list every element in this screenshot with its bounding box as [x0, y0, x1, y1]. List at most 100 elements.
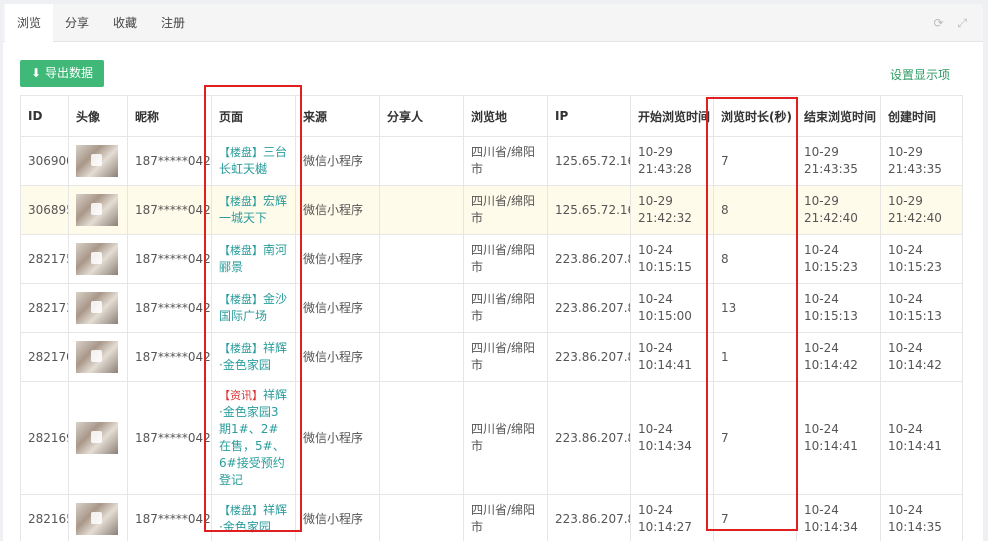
cell-nickname: 187*****042 — [127, 283, 212, 333]
cell-avatar — [68, 283, 128, 333]
cell-duration: 8 — [713, 234, 797, 284]
cell-source: 微信小程序 — [295, 234, 380, 284]
cell-created-time: 10-24 10:14:42 — [880, 332, 963, 382]
cell-id: 282175 — [20, 234, 69, 284]
cell-ip: 223.86.207.85 — [547, 283, 631, 333]
cell-sharer — [379, 234, 464, 284]
fullscreen-icon[interactable]: ⤢ — [957, 16, 967, 30]
cell-end-time: 10-24 10:15:13 — [796, 283, 881, 333]
cell-nickname: 187*****042 — [127, 494, 212, 541]
col-header-end-time[interactable]: 结束浏览时间 — [796, 95, 881, 137]
cell-created-time: 10-29 21:42:40 — [880, 185, 963, 235]
cell-id: 282173 — [20, 283, 69, 333]
table-row[interactable]: 306895187*****042【楼盘】宏辉一城天下微信小程序四川省/绵阳市1… — [20, 185, 963, 235]
cell-avatar — [68, 494, 128, 541]
cell-created-time: 10-29 21:43:35 — [880, 136, 963, 186]
cell-avatar — [68, 136, 128, 186]
col-header-id[interactable]: ID — [20, 95, 69, 137]
cell-duration: 7 — [713, 136, 797, 186]
table-row[interactable]: 282175 187*****042【楼盘】南河郦景微信小程序 四川省/绵阳市223… — [20, 234, 963, 284]
page-type-tag: 【资讯】 — [219, 389, 263, 402]
col-header-created-time[interactable]: 创建时间 — [880, 95, 963, 137]
cell-location: 四川省/绵阳市 — [463, 494, 548, 541]
cell-location: 四川省/绵阳市 — [463, 381, 548, 495]
cell-source: 微信小程序 — [295, 185, 380, 235]
cell-start-time: 10-24 10:14:41 — [630, 332, 714, 382]
cell-created-time: 10-24 10:15:13 — [880, 283, 963, 333]
avatar[interactable] — [76, 292, 118, 324]
col-header-location[interactable]: 浏览地 — [463, 95, 548, 137]
tab-register[interactable]: 注册 — [149, 4, 197, 42]
col-header-ip[interactable]: IP — [547, 95, 631, 137]
export-data-button[interactable]: ⬇ 导出数据 — [20, 60, 104, 87]
cell-nickname: 187*****042 — [127, 234, 212, 284]
page-type-tag: 【楼盘】 — [219, 244, 263, 257]
col-header-nickname[interactable]: 昵称 — [127, 95, 212, 137]
display-settings-link[interactable]: 设置显示项 — [890, 66, 950, 83]
avatar[interactable] — [76, 145, 118, 177]
cell-avatar — [68, 234, 128, 284]
tab-bar: 浏览 分享 收藏 注册 ⟳ ⤢ — [3, 4, 983, 43]
cell-ip: 223.86.207.85 — [547, 234, 631, 284]
cell-page: 【楼盘】祥辉·金色家园 — [211, 332, 296, 382]
cell-sharer — [379, 185, 464, 235]
cell-source: 微信小程序 — [295, 283, 380, 333]
browse-records-table: ID 头像 昵称 页面 来源 分享人 浏览地 IP 开始浏览时间 浏览时长(秒)… — [20, 95, 963, 541]
cell-nickname: 187*****042 — [127, 381, 212, 495]
avatar[interactable] — [76, 422, 118, 454]
page-link[interactable]: 祥辉·金色家园3期1#、2#在售，5#、6#接受预约登记 — [219, 388, 287, 487]
avatar[interactable] — [76, 503, 118, 535]
cell-page: 【楼盘】金沙国际广场 — [211, 283, 296, 333]
cell-sharer — [379, 494, 464, 541]
page-type-tag: 【楼盘】 — [219, 293, 263, 306]
avatar[interactable] — [76, 194, 118, 226]
tab-browse[interactable]: 浏览 — [5, 4, 54, 43]
cell-nickname: 187*****042 — [127, 185, 212, 235]
col-header-page[interactable]: 页面 — [211, 95, 296, 137]
cell-duration: 13 — [713, 283, 797, 333]
cell-page: 【楼盘】祥辉·金色家园 — [211, 494, 296, 541]
col-header-source[interactable]: 来源 — [295, 95, 380, 137]
cell-source: 微信小程序 — [295, 332, 380, 382]
cell-created-time: 10-24 10:15:23 — [880, 234, 963, 284]
cell-ip: 223.86.207.85 — [547, 332, 631, 382]
cell-id: 282165 — [20, 494, 69, 541]
cell-start-time: 10-24 10:14:34 — [630, 381, 714, 495]
page-type-tag: 【楼盘】 — [219, 342, 263, 355]
cell-id: 282169 — [20, 381, 69, 495]
cell-location: 四川省/绵阳市 — [463, 136, 548, 186]
cell-avatar — [68, 332, 128, 382]
table-header-row: ID 头像 昵称 页面 来源 分享人 浏览地 IP 开始浏览时间 浏览时长(秒)… — [20, 95, 963, 137]
download-icon: ⬇ — [31, 66, 42, 80]
table-row[interactable]: 282173 187*****042【楼盘】金沙国际广场微信小程序 四川省/绵阳市2… — [20, 283, 963, 333]
avatar[interactable] — [76, 341, 118, 373]
cell-page: 【资讯】祥辉·金色家园3期1#、2#在售，5#、6#接受预约登记 — [211, 381, 296, 495]
cell-ip: 125.65.72.162 — [547, 136, 631, 186]
cell-ip: 223.86.207.85 — [547, 494, 631, 541]
col-header-avatar[interactable]: 头像 — [68, 95, 128, 137]
table-row[interactable]: 282170 187*****042【楼盘】祥辉·金色家园微信小程序 四川省/绵阳市… — [20, 332, 963, 382]
avatar[interactable] — [76, 243, 118, 275]
col-header-start-time[interactable]: 开始浏览时间 — [630, 95, 714, 137]
cell-duration: 7 — [713, 381, 797, 495]
cell-source: 微信小程序 — [295, 494, 380, 541]
page-type-tag: 【楼盘】 — [219, 504, 263, 517]
tab-share[interactable]: 分享 — [53, 4, 101, 42]
cell-location: 四川省/绵阳市 — [463, 234, 548, 284]
cell-id: 306895 — [20, 185, 69, 235]
tab-favorite[interactable]: 收藏 — [101, 4, 149, 42]
cell-source: 微信小程序 — [295, 381, 380, 495]
col-header-duration[interactable]: 浏览时长(秒) — [713, 95, 797, 137]
col-header-sharer[interactable]: 分享人 — [379, 95, 464, 137]
cell-duration: 1 — [713, 332, 797, 382]
cell-nickname: 187*****042 — [127, 332, 212, 382]
cell-page: 【楼盘】宏辉一城天下 — [211, 185, 296, 235]
table-row[interactable]: 306900187*****042【楼盘】三台长虹天樾微信小程序四川省/绵阳市1… — [20, 136, 963, 186]
cell-start-time: 10-24 10:15:15 — [630, 234, 714, 284]
cell-start-time: 10-29 21:42:32 — [630, 185, 714, 235]
refresh-icon[interactable]: ⟳ — [934, 16, 944, 30]
table-row[interactable]: 282165 187*****042【楼盘】祥辉·金色家园微信小程序 四川省/绵阳市… — [20, 494, 963, 541]
cell-end-time: 10-29 21:42:40 — [796, 185, 881, 235]
table-row[interactable]: 282169187*****042【资讯】祥辉·金色家园3期1#、2#在售，5#… — [20, 381, 963, 495]
cell-source: 微信小程序 — [295, 136, 380, 186]
